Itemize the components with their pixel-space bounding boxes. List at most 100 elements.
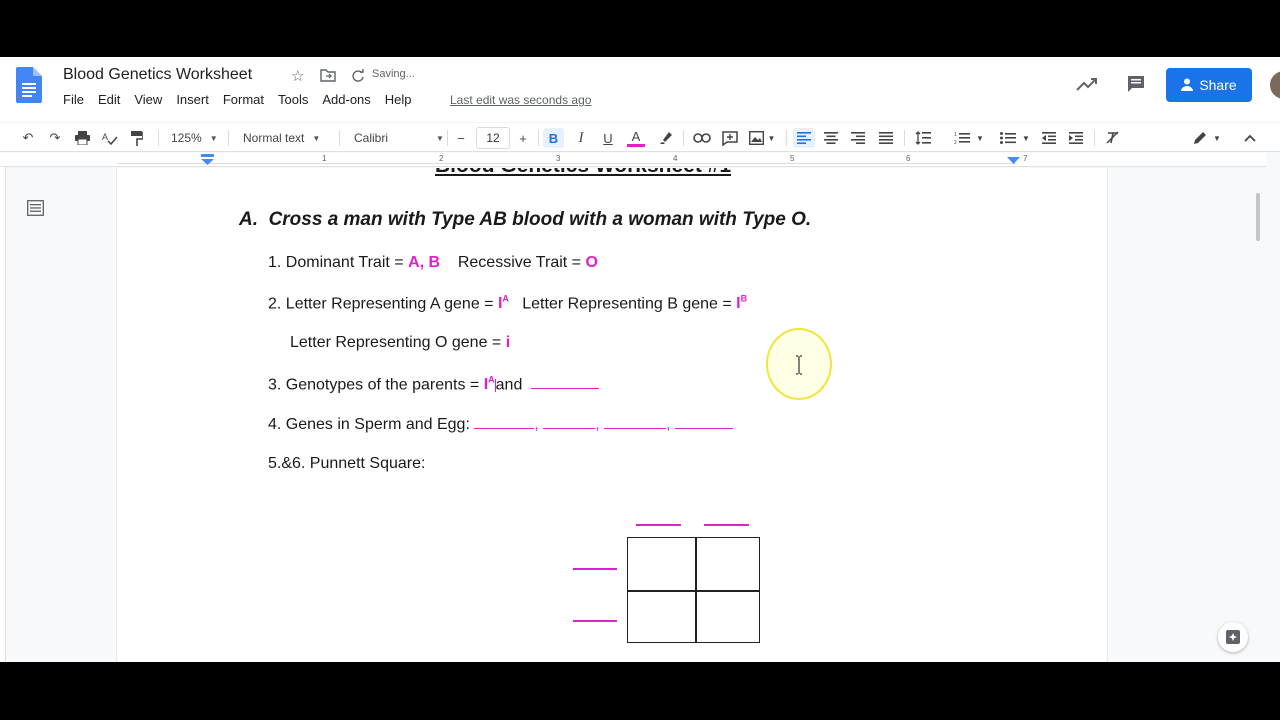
vertical-scrollbar[interactable] [1250, 193, 1266, 273]
answer-blank[interactable] [531, 375, 600, 390]
style-value: Normal text [243, 131, 305, 145]
align-right-icon[interactable] [848, 128, 868, 148]
app-window: Blood Genetics Worksheet ☆ Saving... Fil… [0, 57, 1280, 662]
line-spacing-icon[interactable] [913, 128, 933, 148]
menu-help[interactable]: Help [385, 92, 419, 107]
chevron-down-icon: ▼ [976, 133, 984, 143]
paragraph-style-select[interactable]: Normal text ▼ [243, 128, 320, 148]
star-icon[interactable]: ☆ [291, 67, 304, 85]
image-icon [748, 131, 764, 145]
svg-text:A: A [102, 132, 108, 142]
q3-answer: IA [484, 375, 495, 393]
italic-button[interactable]: I [571, 128, 591, 148]
scrollbar-thumb[interactable] [1256, 193, 1260, 241]
document-page[interactable]: Blood Genetics Worksheet #1 A. Cross a m… [116, 168, 1108, 662]
insert-link-icon[interactable] [692, 128, 712, 148]
editing-mode-button[interactable]: ▼ [1190, 128, 1224, 148]
document-title[interactable]: Blood Genetics Worksheet [63, 66, 252, 84]
share-label: Share [1199, 77, 1237, 93]
insert-image-button[interactable]: ▼ [746, 128, 778, 148]
insert-comment-icon[interactable] [720, 128, 740, 148]
punnett-top-blank[interactable] [704, 524, 749, 526]
ruler-number: 1 [322, 154, 327, 163]
q1-recessive-answer: O [585, 254, 598, 271]
bulleted-list-icon [1000, 132, 1017, 144]
ruler-number: 6 [906, 154, 911, 163]
zoom-select[interactable]: 125% ▼ [171, 128, 218, 148]
underline-button[interactable]: U [598, 128, 618, 148]
toolbar-separator [339, 130, 340, 146]
answer-blank[interactable] [604, 415, 667, 429]
section-label: A. [239, 209, 258, 230]
text-color-button[interactable]: A [625, 128, 647, 148]
formatting-toolbar: ↶ ↷ A 125% ▼ Normal text ▼ Calibri ▼ − 12 +… [0, 122, 1280, 152]
ruler-number: 4 [673, 154, 678, 163]
punnett-top-blank[interactable] [636, 524, 681, 526]
share-button[interactable]: Share [1166, 68, 1252, 102]
punnett-square[interactable] [627, 537, 760, 643]
avatar[interactable] [1270, 71, 1280, 99]
left-indent-marker-icon[interactable] [201, 154, 214, 166]
align-center-icon[interactable] [821, 128, 841, 148]
activity-dashboard-icon[interactable] [1076, 75, 1098, 93]
bulleted-list-button[interactable]: ▼ [996, 128, 1034, 148]
chevron-down-icon: ▼ [436, 133, 444, 143]
zoom-value: 125% [171, 131, 202, 145]
align-left-icon[interactable] [793, 128, 815, 148]
clear-formatting-icon[interactable] [1103, 128, 1123, 148]
q2-b-sup: B [740, 294, 748, 304]
bold-button[interactable]: B [543, 128, 564, 148]
menu-tools[interactable]: Tools [278, 92, 315, 107]
toolbar-separator [538, 130, 539, 146]
numbered-list-button[interactable]: 12 ▼ [950, 128, 988, 148]
svg-text:2: 2 [954, 140, 957, 145]
print-icon[interactable] [72, 128, 92, 148]
menu-file[interactable]: File [63, 92, 91, 107]
last-edit-link[interactable]: Last edit was seconds ago [450, 93, 591, 107]
font-value: Calibri [354, 131, 389, 145]
toolbar-separator [447, 130, 448, 146]
increase-font-size-button[interactable]: + [514, 128, 532, 148]
q1-label: 1. Dominant Trait = [268, 254, 409, 271]
punnett-divider [628, 590, 759, 592]
answer-blank[interactable] [543, 415, 596, 429]
document-outline-icon[interactable] [27, 200, 44, 216]
paint-format-icon[interactable] [127, 128, 147, 148]
q3-and: and [495, 376, 523, 394]
comment-history-icon[interactable] [1126, 75, 1146, 93]
q2-b-answer: IB [736, 294, 748, 312]
justify-icon[interactable] [876, 128, 896, 148]
menu-insert[interactable]: Insert [176, 92, 216, 107]
menu-view[interactable]: View [134, 92, 169, 107]
right-indent-marker-icon[interactable] [1007, 157, 1020, 165]
ruler-number: 5 [790, 154, 795, 163]
answer-blank[interactable] [675, 415, 734, 429]
spellcheck-icon[interactable]: A [100, 128, 120, 148]
toolbar-separator [786, 130, 787, 146]
font-select[interactable]: Calibri ▼ [354, 128, 444, 148]
undo-icon[interactable]: ↶ [18, 128, 38, 148]
saving-status: Saving... [372, 68, 415, 80]
chevron-up-icon[interactable] [1240, 128, 1260, 148]
worksheet-title: Blood Genetics Worksheet #1 [435, 168, 731, 178]
punnett-side-blank[interactable] [573, 568, 617, 570]
explore-button[interactable] [1218, 622, 1248, 652]
font-size-input[interactable]: 12 [476, 127, 510, 149]
redo-icon[interactable]: ↷ [45, 128, 65, 148]
q2-o-answer: i [505, 334, 511, 351]
question-5-6: 5.&6. Punnett Square: [268, 455, 426, 472]
punnett-side-blank[interactable] [573, 620, 617, 622]
docs-logo-icon[interactable] [16, 67, 42, 103]
menu-format[interactable]: Format [223, 92, 271, 107]
docs-header: Blood Genetics Worksheet ☆ Saving... Fil… [0, 57, 1280, 122]
decrease-indent-icon[interactable] [1039, 128, 1059, 148]
menu-edit[interactable]: Edit [98, 92, 127, 107]
highlight-pen-icon[interactable] [656, 128, 676, 148]
move-folder-icon[interactable] [320, 69, 336, 82]
answer-blank[interactable] [474, 415, 535, 429]
increase-indent-icon[interactable] [1066, 128, 1086, 148]
toolbar-separator [228, 130, 229, 146]
menu-addons[interactable]: Add-ons [322, 92, 377, 107]
decrease-font-size-button[interactable]: − [452, 128, 470, 148]
ruler[interactable]: 1 2 3 4 5 6 7 [0, 153, 1266, 167]
